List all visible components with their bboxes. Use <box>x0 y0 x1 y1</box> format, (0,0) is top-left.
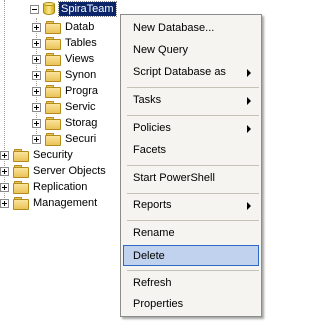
menu-item-refresh[interactable]: Refresh <box>123 273 259 294</box>
menu-item-label: Script Database as <box>133 66 226 78</box>
tree-node-replication[interactable]: Replication <box>0 179 87 195</box>
expand-icon[interactable] <box>32 86 41 96</box>
tree-node-label: Securi <box>65 133 97 145</box>
folder-icon <box>45 85 61 98</box>
database-name[interactable]: SpiraTeam <box>58 1 117 17</box>
expand-icon[interactable] <box>0 182 9 192</box>
menu-separator <box>127 115 259 116</box>
submenu-arrow-icon <box>247 202 251 210</box>
expand-icon[interactable] <box>0 166 9 176</box>
menu-item-label: Reports <box>133 199 172 211</box>
folder-icon <box>45 53 61 66</box>
tree-node-child[interactable]: Servic <box>32 99 96 115</box>
tree-node-label: Views <box>65 53 95 65</box>
menu-item-label: Rename <box>133 227 175 239</box>
folder-icon <box>45 37 61 50</box>
tree-node-database[interactable]: SpiraTeam <box>30 1 117 17</box>
folder-icon <box>13 181 29 194</box>
menu-item-label: Tasks <box>133 94 162 106</box>
menu-item-label: Delete <box>133 250 165 262</box>
menu-item-tasks[interactable]: Tasks <box>123 90 259 111</box>
tree-node-label: Replication <box>33 181 88 193</box>
tree-node-security[interactable]: Security <box>0 147 73 163</box>
menu-item-label: Facets <box>133 144 167 156</box>
menu-item-new-database[interactable]: New Database... <box>123 18 259 39</box>
tree-node-label: Synon <box>65 69 97 81</box>
tree-node-child[interactable]: Storag <box>32 115 97 131</box>
tree-node-label: Storag <box>65 117 98 129</box>
menu-item-properties[interactable]: Properties <box>123 294 259 315</box>
expand-icon[interactable] <box>32 134 41 144</box>
menu-item-label: Policies <box>133 122 171 134</box>
folder-icon <box>45 69 61 82</box>
expand-icon[interactable] <box>32 54 41 64</box>
tree-node-child[interactable]: Tables <box>32 35 97 51</box>
expand-icon[interactable] <box>32 102 41 112</box>
submenu-arrow-icon <box>247 97 251 105</box>
expand-icon[interactable] <box>32 38 41 48</box>
folder-icon <box>45 133 61 146</box>
menu-item-facets[interactable]: Facets <box>123 140 259 161</box>
tree-node-label: Datab <box>65 21 95 33</box>
menu-separator <box>127 270 259 271</box>
folder-icon <box>13 149 29 162</box>
expand-icon[interactable] <box>0 198 9 208</box>
database-icon <box>43 2 55 16</box>
tree-node-child[interactable]: Synon <box>32 67 96 83</box>
tree-node-label: Server Objects <box>33 165 106 177</box>
menu-separator <box>127 193 259 194</box>
tree-node-label: Management <box>33 197 98 209</box>
menu-item-label: Refresh <box>133 277 172 289</box>
menu-item-new-query[interactable]: New Query <box>123 40 259 61</box>
submenu-arrow-icon <box>247 125 251 133</box>
tree-node-label: Tables <box>65 37 97 49</box>
tree-node-child[interactable]: Securi <box>32 131 96 147</box>
menu-item-rename[interactable]: Rename <box>123 223 259 244</box>
tree-node-child[interactable]: Progra <box>32 83 98 99</box>
tree-node-child[interactable]: Datab <box>32 19 94 35</box>
submenu-arrow-icon <box>247 69 251 77</box>
folder-icon <box>13 165 29 178</box>
folder-icon <box>45 101 61 114</box>
folder-icon <box>45 21 61 34</box>
collapse-icon[interactable] <box>30 4 39 14</box>
menu-separator <box>127 87 259 88</box>
menu-item-label: Properties <box>133 298 184 310</box>
menu-item-policies[interactable]: Policies <box>123 118 259 139</box>
tree-node-child[interactable]: Views <box>32 51 94 67</box>
expand-icon[interactable] <box>32 70 41 80</box>
tree-node-label: Servic <box>65 101 96 113</box>
menu-item-reports[interactable]: Reports <box>123 195 259 216</box>
tree-node-management[interactable]: Management <box>0 195 97 211</box>
expand-icon[interactable] <box>32 118 41 128</box>
menu-item-start-powershell[interactable]: Start PowerShell <box>123 168 259 189</box>
expand-icon[interactable] <box>0 150 9 160</box>
menu-item-label: Start PowerShell <box>133 172 215 184</box>
menu-separator <box>127 165 259 166</box>
context-menu: New Database... New Query Script Databas… <box>120 14 262 317</box>
tree-node-label: Security <box>33 149 73 161</box>
menu-item-label: New Query <box>133 44 189 56</box>
tree-node-label: Progra <box>65 85 99 97</box>
menu-item-script-database-as[interactable]: Script Database as <box>123 62 259 83</box>
menu-separator <box>127 220 259 221</box>
menu-item-delete[interactable]: Delete <box>123 245 259 266</box>
tree-node-server-objects[interactable]: Server Objects <box>0 163 106 179</box>
expand-icon[interactable] <box>32 22 41 32</box>
folder-icon <box>45 117 61 130</box>
menu-item-label: New Database... <box>133 22 215 34</box>
folder-icon <box>13 197 29 210</box>
